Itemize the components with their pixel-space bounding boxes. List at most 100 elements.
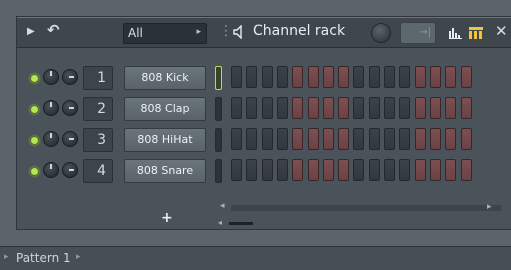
step-button[interactable] (445, 128, 457, 150)
step-button[interactable] (460, 159, 472, 181)
step-button[interactable] (399, 66, 411, 88)
step-button[interactable] (399, 128, 411, 150)
step-button[interactable] (292, 66, 304, 88)
mixer-track-number[interactable]: 4 (83, 159, 113, 183)
rack-display[interactable]: →| (400, 22, 436, 44)
step-button[interactable] (353, 66, 365, 88)
channel-pan-knob[interactable] (62, 69, 78, 85)
close-icon[interactable]: ✕ (495, 24, 508, 39)
channel-mute-led[interactable] (30, 74, 39, 83)
channel-volume-knob[interactable] (43, 162, 59, 178)
channel-pan-knob[interactable] (62, 100, 78, 116)
mixer-track-number[interactable]: 3 (83, 128, 113, 152)
step-button[interactable] (414, 159, 426, 181)
step-button[interactable] (353, 128, 365, 150)
graph-icon[interactable] (449, 27, 462, 39)
step-button[interactable] (414, 128, 426, 150)
add-channel-button[interactable]: + (161, 210, 173, 226)
channel-name-button[interactable]: 808 HiHat (124, 128, 206, 152)
step-button[interactable] (231, 66, 242, 88)
scroll-right-icon[interactable]: ▸ (487, 202, 492, 212)
step-button[interactable] (445, 66, 457, 88)
chevron-left-icon[interactable]: ▸ (4, 252, 9, 262)
step-button[interactable] (338, 66, 350, 88)
channel-mute-led[interactable] (30, 136, 39, 145)
step-button[interactable] (460, 66, 472, 88)
zoom-left-icon[interactable]: ◂ (218, 218, 222, 227)
step-button[interactable] (338, 159, 350, 181)
step-button[interactable] (307, 66, 319, 88)
step-button[interactable] (276, 159, 288, 181)
step-button[interactable] (429, 128, 441, 150)
channel-volume-knob[interactable] (43, 131, 59, 147)
step-button[interactable] (261, 159, 273, 181)
step-button[interactable] (429, 66, 441, 88)
step-button[interactable] (368, 159, 380, 181)
step-button[interactable] (353, 97, 365, 119)
step-button[interactable] (276, 128, 288, 150)
channel-mute-led[interactable] (30, 167, 39, 176)
step-button[interactable] (322, 97, 334, 119)
channel-name-button[interactable]: 808 Kick (124, 66, 206, 90)
step-button[interactable] (322, 66, 334, 88)
play-icon[interactable]: ▶ (27, 27, 35, 37)
mixer-track-number[interactable]: 1 (83, 66, 113, 90)
step-button[interactable] (399, 97, 411, 119)
channel-mute-led[interactable] (30, 105, 39, 114)
horizontal-scrollbar[interactable] (231, 205, 501, 211)
zoom-handle[interactable] (229, 222, 253, 225)
step-button[interactable] (353, 159, 365, 181)
step-button[interactable] (414, 97, 426, 119)
step-button[interactable] (338, 128, 350, 150)
step-button[interactable] (384, 159, 395, 181)
step-button[interactable] (231, 97, 242, 119)
step-button[interactable] (307, 159, 319, 181)
step-button[interactable] (292, 159, 304, 181)
step-button[interactable] (414, 66, 426, 88)
step-button[interactable] (292, 128, 304, 150)
channel-pan-knob[interactable] (62, 131, 78, 147)
step-button[interactable] (429, 97, 441, 119)
step-sequencer-icon[interactable] (469, 27, 483, 39)
step-button[interactable] (246, 128, 258, 150)
step-button[interactable] (246, 97, 258, 119)
mixer-track-number[interactable]: 2 (83, 97, 113, 121)
step-button[interactable] (292, 97, 304, 119)
step-button[interactable] (445, 97, 457, 119)
step-button[interactable] (322, 159, 334, 181)
channel-pan-knob[interactable] (62, 162, 78, 178)
step-button[interactable] (276, 66, 288, 88)
step-button[interactable] (246, 66, 258, 88)
channel-select-indicator[interactable] (215, 97, 222, 121)
step-button[interactable] (276, 97, 288, 119)
step-button[interactable] (445, 159, 457, 181)
channel-volume-knob[interactable] (43, 69, 59, 85)
grip-icon[interactable]: ⋮ (219, 24, 233, 38)
step-button[interactable] (231, 128, 242, 150)
step-button[interactable] (261, 66, 273, 88)
step-button[interactable] (460, 128, 472, 150)
step-button[interactable] (368, 66, 380, 88)
step-button[interactable] (384, 97, 395, 119)
step-button[interactable] (368, 97, 380, 119)
step-button[interactable] (231, 159, 242, 181)
channel-name-button[interactable]: 808 Clap (124, 97, 206, 121)
channel-filter-dropdown[interactable]: All ▸ (123, 23, 207, 44)
step-button[interactable] (307, 128, 319, 150)
channel-name-button[interactable]: 808 Snare (124, 159, 206, 183)
step-button[interactable] (368, 128, 380, 150)
step-button[interactable] (261, 128, 273, 150)
step-button[interactable] (338, 97, 350, 119)
swing-knob[interactable] (371, 23, 391, 43)
channel-select-indicator[interactable] (215, 128, 222, 152)
step-button[interactable] (384, 66, 395, 88)
step-button[interactable] (429, 159, 441, 181)
step-button[interactable] (384, 128, 395, 150)
undo-icon[interactable]: ↶ (47, 23, 60, 38)
pattern-selector[interactable]: Pattern 1 (16, 251, 71, 265)
step-button[interactable] (322, 128, 334, 150)
channel-select-indicator[interactable] (215, 159, 222, 183)
channel-select-indicator[interactable] (215, 66, 222, 90)
step-button[interactable] (460, 97, 472, 119)
step-button[interactable] (399, 159, 411, 181)
